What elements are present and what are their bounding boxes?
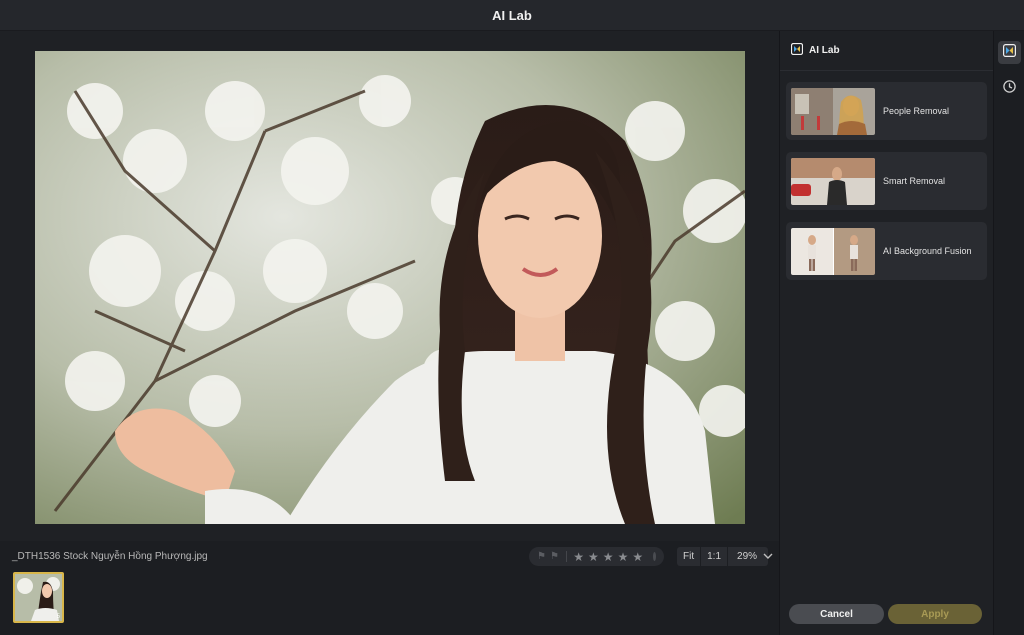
flag-pick-icon[interactable]: ⚑ — [537, 551, 546, 562]
star-icon-4[interactable]: ★ — [618, 551, 629, 563]
zoom-level-value[interactable]: 29% — [728, 551, 763, 562]
tool-card-ai-background-fusion[interactable]: AI Background Fusion — [786, 222, 987, 280]
tool-label: Smart Removal — [883, 176, 946, 186]
zoom-fit-button[interactable]: Fit — [677, 547, 702, 566]
zoom-control: Fit 1:1 29% — [677, 547, 773, 566]
ai-lab-panel: AI Lab People Removal Smart Removal AI B… — [780, 31, 993, 635]
people-removal-preview — [791, 87, 875, 135]
ai-lab-icon — [790, 42, 804, 60]
tool-card-people-removal[interactable]: People Removal — [786, 82, 987, 140]
filmstrip-thumbnail[interactable]: 5 — [13, 572, 64, 623]
cancel-button[interactable]: Cancel — [789, 604, 884, 624]
ai-lab-icon — [1003, 43, 1017, 62]
history-clock-icon — [1003, 79, 1016, 98]
zoom-1to1-button[interactable]: 1:1 — [701, 547, 729, 566]
photo-preview[interactable] — [35, 51, 745, 524]
smart-removal-preview — [791, 157, 875, 205]
star-icon-3[interactable]: ★ — [603, 551, 614, 563]
ai-background-fusion-preview — [791, 227, 875, 275]
filmstrip: 5 — [0, 571, 779, 635]
tool-card-smart-removal[interactable]: Smart Removal — [786, 152, 987, 210]
image-filename: _DTH1536 Stock Nguyễn Hồng Phượng.jpg — [12, 550, 208, 562]
star-icon-5[interactable]: ★ — [632, 551, 643, 563]
flag-reject-icon[interactable]: ⚑ — [550, 551, 559, 562]
panel-title: AI Lab — [809, 45, 840, 56]
info-bar: _DTH1536 Stock Nguyễn Hồng Phượng.jpg ⚑ … — [0, 541, 779, 571]
ai-lab-rail-button[interactable] — [998, 41, 1021, 64]
right-tool-rail — [993, 31, 1024, 635]
color-label-icon[interactable] — [653, 552, 656, 561]
thumbnail-badge: 5 — [56, 614, 60, 620]
history-rail-button[interactable] — [998, 77, 1021, 100]
tool-label: People Removal — [883, 106, 950, 116]
window-title: AI Lab — [492, 7, 532, 23]
tool-label: AI Background Fusion — [883, 246, 972, 256]
star-icon-1[interactable]: ★ — [573, 551, 584, 563]
rating-bar: ⚑ ⚑ ★ ★ ★ ★ ★ — [529, 547, 664, 566]
star-icon-2[interactable]: ★ — [588, 551, 599, 563]
title-bar: AI Lab — [0, 0, 1024, 31]
panel-header: AI Lab — [780, 31, 993, 71]
canvas-area[interactable] — [0, 31, 779, 541]
chevron-down-icon[interactable] — [763, 552, 773, 562]
apply-button[interactable]: Apply — [888, 604, 982, 624]
